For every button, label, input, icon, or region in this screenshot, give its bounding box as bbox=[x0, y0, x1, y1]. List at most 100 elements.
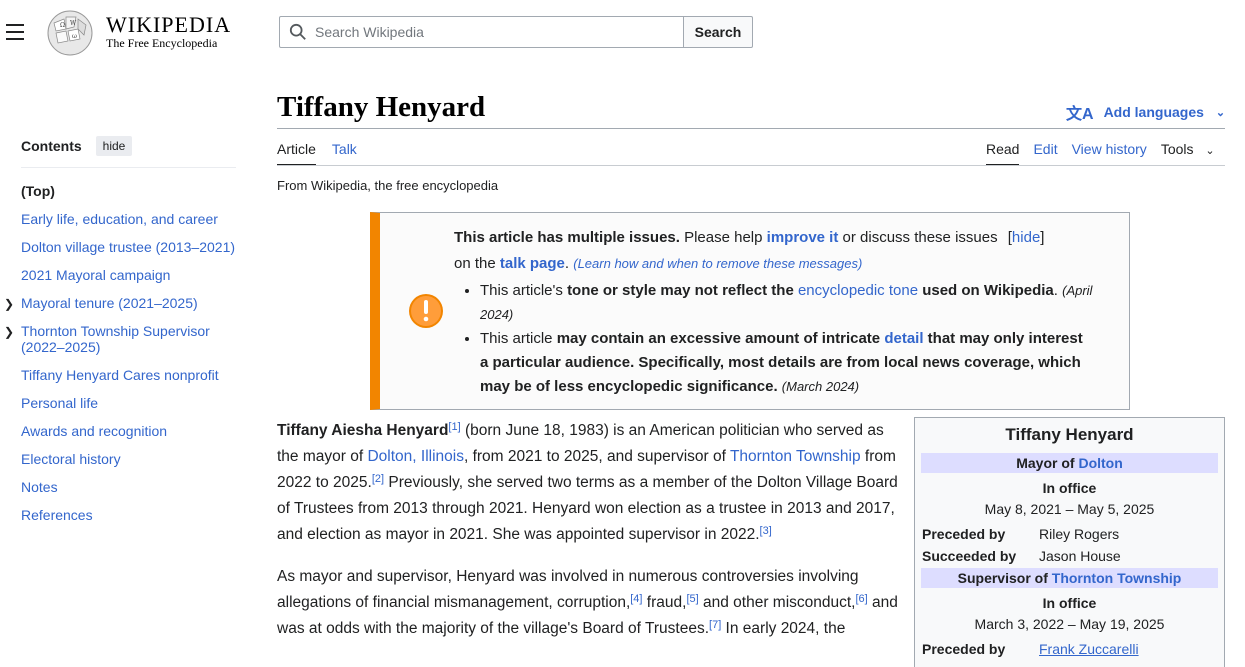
detail-link[interactable]: detail bbox=[884, 330, 923, 347]
tab-view-history[interactable]: View history bbox=[1072, 141, 1147, 164]
add-languages-button[interactable]: 文A Add languages ⌄ bbox=[1066, 100, 1225, 124]
reference-link[interactable]: [5] bbox=[686, 593, 698, 605]
subject-name: Tiffany Aiesha Henyard bbox=[277, 422, 449, 439]
warning-icon bbox=[409, 294, 443, 328]
preceded-by-row: Preceded by Frank Zuccarelli bbox=[922, 641, 1218, 657]
talk-page-link[interactable]: talk page bbox=[500, 255, 565, 272]
issues-text: on the bbox=[454, 255, 500, 272]
predecessor: Riley Rogers bbox=[1039, 526, 1120, 542]
toc-item-label: Personal life bbox=[21, 395, 99, 411]
toc-item-references[interactable]: References bbox=[21, 507, 241, 523]
toc-title: Contents bbox=[21, 138, 82, 154]
thornton-township-link[interactable]: Thornton Township bbox=[1052, 570, 1182, 586]
site-sub: From Wikipedia, the free encyclopedia bbox=[277, 178, 499, 193]
toc-item-thornton-supervisor[interactable]: ❯ Thornton Township Supervisor (2022–2025… bbox=[4, 323, 241, 355]
encyclopedic-tone-link[interactable]: encyclopedic tone bbox=[798, 282, 918, 299]
body-text: , from 2021 to 2025, and supervisor of bbox=[463, 448, 730, 465]
toc-hide-button[interactable]: hide bbox=[95, 136, 133, 156]
reference-link[interactable]: [2] bbox=[372, 473, 384, 485]
add-languages-label: Add languages bbox=[1103, 104, 1204, 120]
search-input[interactable] bbox=[315, 24, 675, 40]
table-of-contents: Contents hide (Top) Early life, educatio… bbox=[4, 136, 241, 535]
toc-item-label: (Top) bbox=[21, 183, 55, 199]
toc-item-electoral-history[interactable]: Electoral history bbox=[21, 451, 241, 467]
wikipedia-globe-logo[interactable]: Ω W ω bbox=[44, 9, 96, 57]
chevron-down-icon: ⌄ bbox=[1205, 145, 1215, 157]
toc-item-early-life[interactable]: Early life, education, and career bbox=[21, 211, 241, 227]
toc-item-label: Thornton Township Supervisor (2022–2025) bbox=[21, 323, 210, 355]
tab-read[interactable]: Read bbox=[986, 141, 1020, 166]
in-office-label: In office bbox=[1042, 480, 1097, 496]
toc-item-label: Early life, education, and career bbox=[21, 211, 218, 227]
improve-link[interactable]: improve it bbox=[767, 229, 839, 246]
tools-label: Tools bbox=[1160, 141, 1194, 157]
reference-link[interactable]: [6] bbox=[855, 593, 867, 605]
toc-item-label: Tiffany Henyard Cares nonprofit bbox=[21, 367, 219, 383]
body-text: In early 2024, the bbox=[721, 620, 846, 637]
toc-item-label: Mayoral tenure (2021–2025) bbox=[21, 295, 198, 311]
issue-text: tone or style may not reflect the bbox=[567, 282, 798, 299]
toc-item-label: Awards and recognition bbox=[21, 423, 168, 439]
wikipedia-wordmark[interactable]: WIKIPEDIA bbox=[106, 12, 231, 38]
toc-item-cares-nonprofit[interactable]: Tiffany Henyard Cares nonprofit bbox=[21, 367, 241, 383]
issue-item: This article's tone or style may not ref… bbox=[480, 279, 1094, 327]
term-dates: May 8, 2021 – May 5, 2025 bbox=[984, 501, 1155, 517]
successor: Jason House bbox=[1039, 548, 1121, 564]
search-icon bbox=[289, 23, 306, 40]
in-office-block: In office May 8, 2021 – May 5, 2025 bbox=[921, 478, 1218, 520]
succeeded-by-label: Succeeded by bbox=[922, 548, 1017, 564]
infobox-office-header: Mayor of Dolton bbox=[921, 453, 1218, 473]
reference-link[interactable]: [1] bbox=[448, 421, 460, 433]
tab-talk[interactable]: Talk bbox=[332, 141, 357, 166]
toc-item-personal-life[interactable]: Personal life bbox=[21, 395, 241, 411]
multiple-issues-box: This article has multiple issues. Please… bbox=[370, 212, 1130, 410]
issue-text: This article's bbox=[480, 282, 568, 299]
toc-item-notes[interactable]: Notes bbox=[21, 479, 241, 495]
tab-article[interactable]: Article bbox=[277, 141, 316, 166]
svg-text:ω: ω bbox=[72, 33, 77, 40]
toc-item-mayoral-campaign[interactable]: 2021 Mayoral campaign bbox=[21, 267, 241, 283]
predecessor-link[interactable]: Frank Zuccarelli bbox=[1039, 641, 1139, 657]
second-paragraph: As mayor and supervisor, Henyard was inv… bbox=[277, 564, 902, 642]
issue-item: This article may contain an excessive am… bbox=[480, 327, 1094, 399]
dolton-link[interactable]: Dolton bbox=[1078, 455, 1122, 471]
toc-item-top[interactable]: (Top) bbox=[21, 183, 241, 199]
toc-item-mayoral-tenure[interactable]: ❯ Mayoral tenure (2021–2025) bbox=[4, 295, 241, 311]
issue-text: used on Wikipedia bbox=[918, 282, 1054, 299]
chevron-down-icon: ⌄ bbox=[1215, 106, 1226, 119]
toc-item-label: Electoral history bbox=[21, 451, 121, 467]
svg-text:Ω: Ω bbox=[60, 22, 65, 29]
lead-paragraph: Tiffany Aiesha Henyard[1] (born June 18,… bbox=[277, 418, 902, 548]
learn-remove-link[interactable]: (Learn how and when to remove these mess… bbox=[573, 256, 862, 271]
language-icon: 文A bbox=[1066, 106, 1094, 123]
preceded-by-label: Preceded by bbox=[922, 641, 1006, 657]
search-button[interactable]: Search bbox=[683, 16, 753, 48]
toc-item-label: 2021 Mayoral campaign bbox=[21, 267, 171, 283]
hide-issues-link[interactable]: hide bbox=[1012, 229, 1040, 246]
wikipedia-tagline: The Free Encyclopedia bbox=[106, 36, 218, 50]
dolton-link[interactable]: Dolton, Illinois bbox=[367, 448, 464, 465]
succeeded-by-row: Succeeded by Jason House bbox=[922, 548, 1218, 564]
chevron-right-icon[interactable]: ❯ bbox=[4, 296, 14, 312]
search-field[interactable] bbox=[279, 16, 684, 48]
svg-text:W: W bbox=[70, 20, 77, 27]
issue-text: may contain an excessive amount of intri… bbox=[556, 330, 885, 347]
office-label: Mayor of bbox=[1016, 455, 1079, 471]
toc-item-label: Dolton village trustee (2013–2021) bbox=[21, 239, 236, 255]
issue-date: (March 2024) bbox=[781, 379, 860, 394]
issues-text: Please help bbox=[679, 229, 767, 246]
chevron-right-icon[interactable]: ❯ bbox=[4, 324, 14, 340]
toc-item-awards[interactable]: Awards and recognition bbox=[21, 423, 241, 439]
thornton-township-link[interactable]: Thornton Township bbox=[730, 448, 861, 465]
tab-tools[interactable]: Tools ⌄ bbox=[1161, 141, 1215, 164]
tab-edit[interactable]: Edit bbox=[1033, 141, 1057, 164]
reference-link[interactable]: [7] bbox=[709, 619, 721, 631]
reference-link[interactable]: [3] bbox=[760, 525, 772, 537]
reference-link[interactable]: [4] bbox=[630, 593, 642, 605]
main-menu-icon[interactable] bbox=[6, 24, 24, 40]
infobox-office-header: Supervisor of Thornton Township bbox=[921, 568, 1218, 588]
toc-item-dolton-trustee[interactable]: Dolton village trustee (2013–2021) bbox=[21, 239, 241, 255]
issue-text: This article bbox=[480, 330, 557, 347]
page-title: Tiffany Henyard bbox=[277, 91, 486, 123]
tabs-divider bbox=[277, 165, 1225, 166]
